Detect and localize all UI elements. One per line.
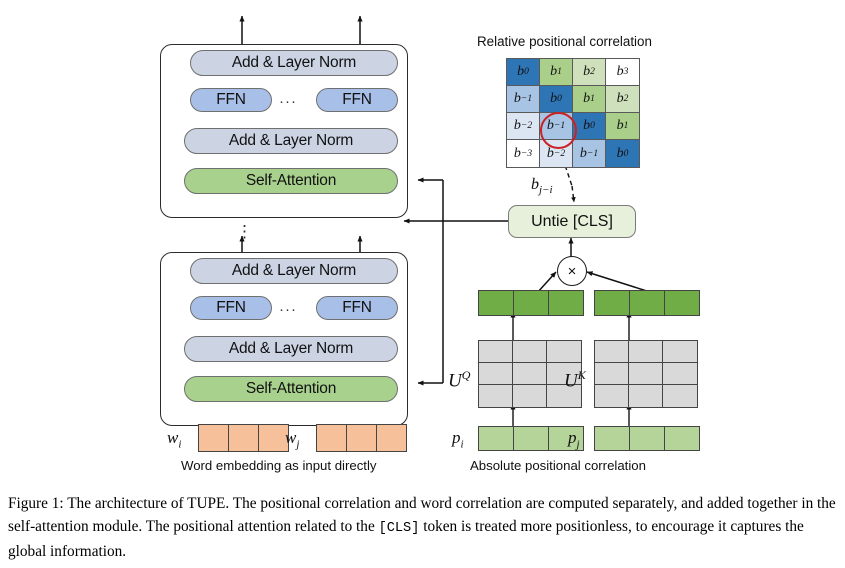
selected-cell-highlight-ring: [540, 112, 577, 149]
relative-bias-arrow-label: bj−i: [531, 176, 553, 197]
word-embedding-label-wj: wj: [285, 428, 300, 451]
query-projection-output-vector: [478, 290, 584, 316]
relative-position-matrix: b0 b1 b2 b3 b −1 b0 b1 b2 b −2 b −1 b0 b1 b…: [506, 58, 640, 168]
lower-add-norm-bottom[interactable]: Add & Layer Norm: [184, 336, 398, 362]
key-projection-matrix: [594, 340, 698, 408]
figure-caption: Figure 1: The architecture of TUPE. The …: [8, 492, 840, 563]
multiply-operator: ×: [557, 256, 587, 286]
key-position-input-label: pj: [568, 428, 580, 451]
matrix-cell[interactable]: b −1: [573, 140, 606, 167]
word-embedding-label-wi: wi: [167, 428, 182, 451]
word-embedding-caption: Word embedding as input directly: [181, 458, 377, 473]
matrix-cell[interactable]: b −3: [507, 140, 540, 167]
key-position-input-vector: [594, 426, 700, 451]
upper-ffn-ellipsis: ···: [279, 93, 297, 110]
lower-add-norm-top[interactable]: Add & Layer Norm: [190, 258, 398, 284]
matrix-cell[interactable]: b3: [606, 59, 639, 86]
upper-self-attention[interactable]: Self-Attention: [184, 168, 398, 194]
matrix-cell[interactable]: b −1: [507, 86, 540, 113]
relative-positional-title: Relative positional correlation: [477, 34, 652, 49]
upper-ffn-left[interactable]: FFN: [190, 88, 272, 112]
lower-self-attention[interactable]: Self-Attention: [184, 376, 398, 402]
query-projection-label: UQ: [448, 368, 471, 392]
lower-ffn-ellipsis: ···: [279, 301, 297, 318]
matrix-cell[interactable]: b0: [507, 59, 540, 86]
lower-ffn-left[interactable]: FFN: [190, 296, 272, 320]
connector-layer: [167, 15, 654, 428]
matrix-cell[interactable]: b1: [540, 59, 573, 86]
word-embedding-vector-wi: [198, 424, 289, 452]
matrix-cell[interactable]: b −2: [507, 113, 540, 140]
matrix-cell[interactable]: b0: [606, 140, 639, 167]
encoder-stack-ellipsis: ⋮: [236, 222, 253, 241]
query-position-input-label: pi: [452, 428, 464, 451]
figure-container: Add & Layer Norm FFN ··· FFN Add & Layer…: [0, 0, 845, 568]
matrix-cell[interactable]: b2: [606, 86, 639, 113]
absolute-positional-caption: Absolute positional correlation: [470, 458, 646, 473]
upper-add-norm-top[interactable]: Add & Layer Norm: [190, 50, 398, 76]
key-projection-output-vector: [594, 290, 700, 316]
upper-add-norm-bottom[interactable]: Add & Layer Norm: [184, 128, 398, 154]
lower-ffn-right[interactable]: FFN: [316, 296, 398, 320]
matrix-cell[interactable]: b0: [573, 113, 606, 140]
word-embedding-vector-wj: [316, 424, 407, 452]
caption-cls-token: [CLS]: [378, 521, 420, 536]
matrix-cell[interactable]: b0: [540, 86, 573, 113]
matrix-cell[interactable]: b2: [573, 59, 606, 86]
matrix-cell[interactable]: b1: [573, 86, 606, 113]
matrix-cell[interactable]: b1: [606, 113, 639, 140]
key-projection-label: UK: [564, 368, 586, 392]
untie-cls-box[interactable]: Untie [CLS]: [508, 205, 636, 238]
upper-ffn-right[interactable]: FFN: [316, 88, 398, 112]
